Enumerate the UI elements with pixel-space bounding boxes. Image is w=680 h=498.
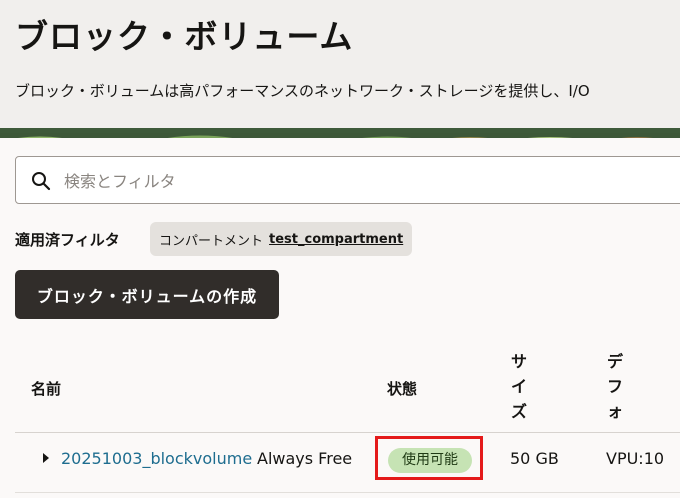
search-bar[interactable] [15,156,680,204]
size-value: 50 GB [510,449,559,468]
column-header-state[interactable]: 状態 [387,378,417,399]
decorative-banner [0,128,680,138]
column-header-name[interactable]: 名前 [31,378,61,399]
search-input[interactable] [64,169,664,193]
banner-pattern-graphic [0,133,680,138]
compartment-filter-chip[interactable]: コンパートメント test_compartment [150,222,413,256]
page-description: ブロック・ボリュームは高パフォーマンスのネットワーク・ストレージを提供し、I/O [15,82,590,100]
column-header-size-char: イ [510,377,527,396]
column-header-default-char: フ [606,377,623,396]
column-header-size-char: サ [510,352,527,371]
filter-chip-value[interactable]: test_compartment [269,232,403,247]
table-header-divider [15,432,680,433]
applied-filters-label: 適用済フィルタ [15,231,120,249]
page-header: ブロック・ボリューム ブロック・ボリュームは高パフォーマンスのネットワーク・スト… [0,0,680,128]
create-block-volume-button[interactable]: ブロック・ボリュームの作成 [15,270,279,319]
table-row-divider [15,492,680,493]
column-header-size-char: ズ [510,402,527,421]
column-header-default-char: デ [606,352,623,371]
page-title: ブロック・ボリューム [15,17,354,56]
volume-name-link[interactable]: 20251003_blockvolume [61,449,252,468]
column-header-default-char: ォ [606,402,623,421]
search-icon [32,172,51,191]
vpu-value: VPU:10 [606,449,665,468]
caret-right-icon[interactable] [42,453,50,463]
always-free-label: Always Free [257,449,353,468]
status-badge: 使用可能 [388,448,472,473]
filter-chip-key: コンパートメント [159,233,264,249]
